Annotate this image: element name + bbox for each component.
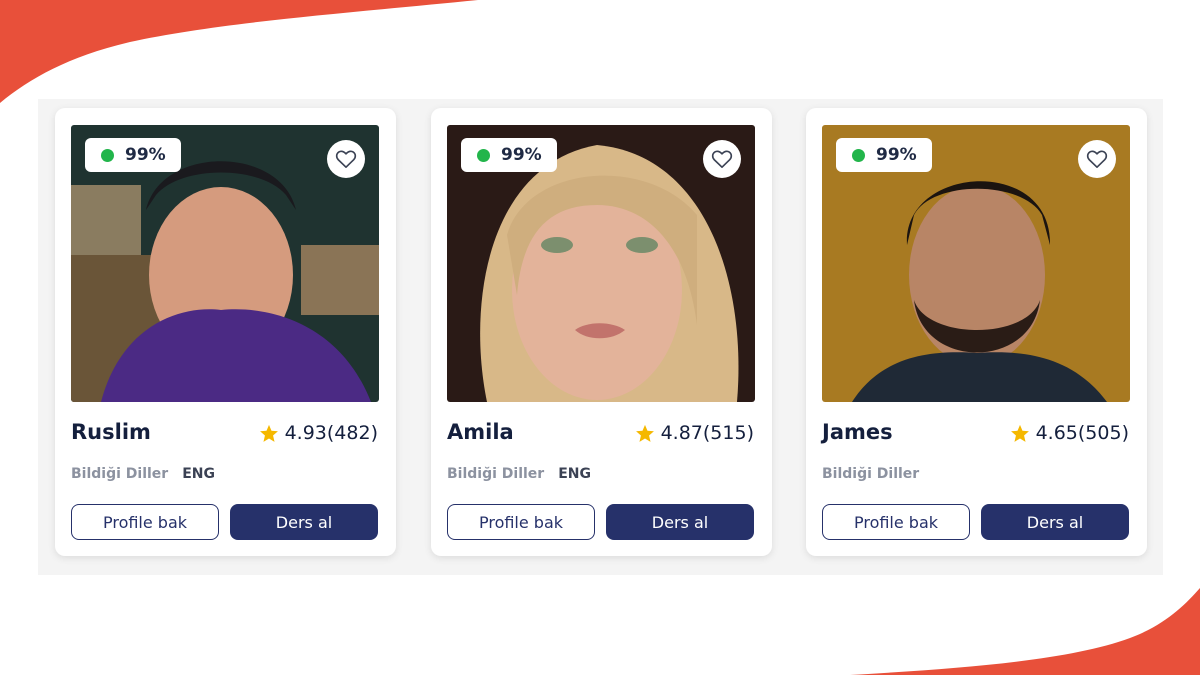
star-icon xyxy=(259,424,278,442)
tutor-name: Amila xyxy=(447,420,514,444)
languages-label: Bildiği Diller xyxy=(71,466,169,482)
tutor-photo: 99% xyxy=(822,125,1130,402)
view-profile-button[interactable]: Profile bak xyxy=(71,504,219,540)
online-percentage: 99% xyxy=(125,145,166,165)
online-percentage: 99% xyxy=(501,145,542,165)
favorite-button[interactable] xyxy=(327,140,365,178)
star-icon xyxy=(1010,424,1029,442)
languages-row: Bildiği Diller ENG xyxy=(447,466,591,482)
favorite-button[interactable] xyxy=(703,140,741,178)
online-badge: 99% xyxy=(461,138,557,172)
tutor-rating: 4.87(515) xyxy=(635,422,754,444)
book-lesson-button[interactable]: Ders al xyxy=(606,504,754,540)
languages-value: ENG xyxy=(182,466,215,482)
tutor-photo: 99% xyxy=(71,125,379,402)
tutor-name: James xyxy=(822,420,893,444)
view-profile-button[interactable]: Profile bak xyxy=(447,504,595,540)
rating-value: 4.87(515) xyxy=(660,422,754,444)
tutor-card: 99% Amila 4.87(515) Bildiği Diller ENG P… xyxy=(431,108,772,556)
decorative-swoosh-bottom xyxy=(850,588,1200,675)
online-badge: 99% xyxy=(85,138,181,172)
languages-label: Bildiği Diller xyxy=(447,466,545,482)
online-status-dot xyxy=(852,148,865,162)
tutor-card: 99% Ruslim 4.93(482) Bildiği Diller ENG … xyxy=(55,108,396,556)
languages-label: Bildiği Diller xyxy=(822,466,920,482)
online-status-dot xyxy=(101,148,114,162)
heart-outline-icon xyxy=(1086,150,1108,168)
online-percentage: 99% xyxy=(876,145,917,165)
book-lesson-button[interactable]: Ders al xyxy=(230,504,378,540)
languages-value: ENG xyxy=(558,466,591,482)
tutor-card: 99% James 4.65(505) Bildiği Diller Profi… xyxy=(806,108,1147,556)
heart-outline-icon xyxy=(335,150,357,168)
rating-value: 4.93(482) xyxy=(284,422,378,444)
online-badge: 99% xyxy=(836,138,932,172)
tutor-name: Ruslim xyxy=(71,420,151,444)
heart-outline-icon xyxy=(711,150,733,168)
decorative-swoosh-top xyxy=(0,0,478,103)
online-status-dot xyxy=(477,148,490,162)
star-icon xyxy=(635,424,654,442)
view-profile-button[interactable]: Profile bak xyxy=(822,504,970,540)
favorite-button[interactable] xyxy=(1078,140,1116,178)
book-lesson-button[interactable]: Ders al xyxy=(981,504,1129,540)
rating-value: 4.65(505) xyxy=(1035,422,1129,444)
tutor-photo: 99% xyxy=(447,125,755,402)
tutor-rating: 4.65(505) xyxy=(1010,422,1129,444)
tutor-rating: 4.93(482) xyxy=(259,422,378,444)
languages-row: Bildiği Diller ENG xyxy=(71,466,215,482)
languages-row: Bildiği Diller xyxy=(822,466,933,482)
